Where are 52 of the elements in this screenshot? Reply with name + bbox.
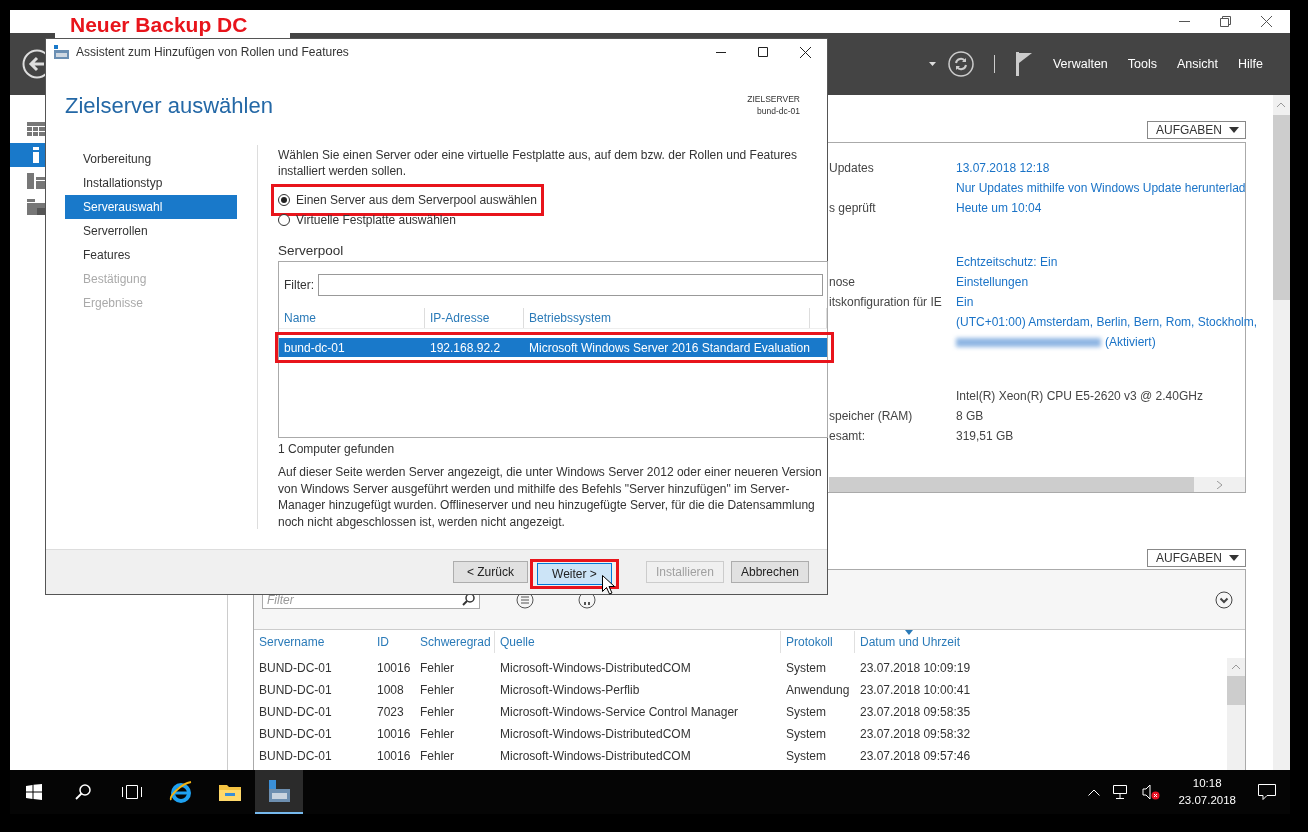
table-cell: System (786, 705, 826, 719)
property-value: Intel(R) Xeon(R) CPU E5-2620 v3 @ 2.40GHz (956, 389, 1203, 403)
table-cell: 10016 (377, 727, 411, 741)
table-cell: 10016 (377, 749, 411, 763)
table-cell: BUND-DC-01 (259, 749, 332, 763)
property-label: speicher (RAM) (829, 409, 913, 423)
table-cell: Microsoft-Windows-DistributedCOM (500, 661, 691, 675)
property-label: s geprüft (829, 201, 876, 215)
table-cell: BUND-DC-01 (259, 661, 332, 675)
result-count: 1 Computer gefunden (278, 442, 396, 456)
table-cell: 23.07.2018 09:58:35 (860, 705, 971, 719)
table-cell: System (786, 661, 826, 675)
dialog-button: Installieren (645, 561, 724, 583)
table-cell: Fehler (420, 661, 454, 675)
table-cell: BUND-DC-01 (259, 705, 332, 719)
annotation-label: Neuer Backup DC (70, 13, 248, 36)
table-cell: Fehler (420, 683, 454, 697)
window-title: Assistent zum Hinzufügen von Rollen und Features (76, 45, 349, 59)
table-cell: BUND-DC-01 (259, 727, 332, 741)
table-cell: 10016 (377, 661, 411, 675)
table-cell: 23.07.2018 09:57:46 (860, 749, 971, 763)
info-text: Auf dieser Seite werden Server angezeigt, die unter Windows Server 2012 oder einer neueren Version von Windows Server ausgeführt werden und mithilfe des Befehls "Server hinzufügen" im Server-Manager hinzugefügt wurden. Offlineserver und neu hinzugefügte Server, für die die Datensammlung noch nicht abgeschlossen ist, werden nicht angezeigt. (278, 464, 823, 530)
table-cell: 23.07.2018 10:09:19 (860, 661, 971, 675)
table-cell: Fehler (420, 749, 454, 763)
target-label: ZIELSERVER (747, 93, 800, 105)
property-value: 8 GB (956, 409, 984, 423)
property-label: nose (829, 275, 856, 289)
table-cell: BUND-DC-01 (259, 683, 332, 697)
property-value: 319,51 GB (956, 429, 1014, 443)
table-cell: 23.07.2018 10:00:41 (860, 683, 971, 697)
filter-label: Filter: (284, 278, 314, 292)
table-cell: Anwendung (786, 683, 850, 697)
table-cell: 23.07.2018 09:58:32 (860, 727, 971, 741)
table-cell: System (786, 749, 826, 763)
page-heading: Zielserver auswählen (65, 93, 273, 119)
table-cell: 7023 (377, 705, 404, 719)
table-cell: Microsoft-Windows-Service Control Manager (500, 705, 739, 719)
table-cell: System (786, 727, 826, 741)
target-server: bund-dc-01 (756, 105, 800, 117)
section-title: Serverpool (278, 243, 345, 258)
wizard-step: Ergebnisse (65, 291, 237, 315)
instruction-text: Wählen Sie einen Server oder eine virtuelle Festplatte aus, auf dem bzw. der Rollen und Features installiert werden sollen. (278, 147, 798, 179)
table-cell: Fehler (420, 727, 454, 741)
property-label: esamt: (829, 429, 865, 443)
wizard-step: Bestätigung (65, 267, 237, 291)
table-cell: 1008 (377, 683, 404, 697)
table-cell: Microsoft-Windows-Perflib (500, 683, 640, 697)
table-cell: Microsoft-Windows-DistributedCOM (500, 749, 691, 763)
table-cell: Microsoft-Windows-DistributedCOM (500, 727, 691, 741)
property-label: itskonfiguration für IE (829, 295, 942, 309)
property-label: Updates (829, 161, 874, 175)
table-cell: Fehler (420, 705, 454, 719)
